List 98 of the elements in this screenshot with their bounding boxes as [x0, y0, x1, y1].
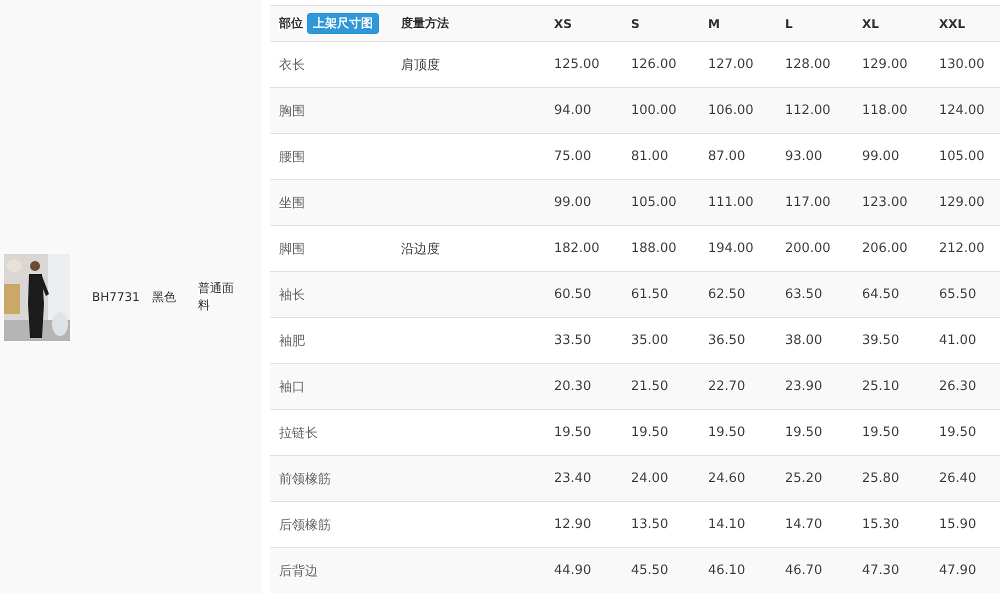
table-cell-text: 36.50 [707, 333, 746, 348]
column-header: 部位 [279, 15, 303, 32]
table-cell-text: 64.50 [861, 287, 900, 302]
table-cell-text: 19.50 [630, 425, 670, 440]
table-cell-text: 47.90 [938, 563, 978, 578]
table-cell-text: 46.70 [784, 563, 824, 578]
table-cell-text: 13.50 [630, 517, 670, 532]
column-header: M [707, 16, 721, 30]
column-header: XXL [938, 16, 966, 30]
table-cell-text: 45.50 [630, 563, 670, 578]
table-cell-text: 63.50 [784, 287, 824, 302]
table-cell-text: 沿边度 [400, 240, 441, 258]
table-cell-text: 123.00 [861, 195, 908, 210]
table-cell-text: 62.50 [707, 287, 746, 302]
table-cell-text: 129.00 [861, 57, 908, 72]
table-cell-text: 200.00 [784, 241, 832, 256]
table-cell-text: 19.50 [938, 425, 978, 440]
table-cell-text: 41.00 [938, 333, 978, 348]
table-cell-text: 38.00 [784, 333, 824, 348]
product-code: BH7731 [92, 290, 141, 304]
table-cell-text: 127.00 [707, 57, 754, 72]
table-cell-text: 袖肥 [279, 332, 305, 350]
table-cell-text: 19.50 [861, 425, 900, 440]
table-cell-text: 39.50 [861, 333, 900, 348]
table-cell-text: 26.30 [938, 379, 978, 394]
table-cell-text: 99.00 [553, 195, 592, 210]
table-cell-text: 35.00 [630, 333, 670, 348]
table-cell-text: 26.40 [938, 471, 978, 486]
table-cell-text: 24.00 [630, 471, 670, 486]
table-cell-text: 19.50 [707, 425, 746, 440]
table-cell-text: 112.00 [784, 103, 832, 118]
table-cell-text: 65.50 [938, 287, 978, 302]
table-cell-text: 99.00 [861, 149, 900, 164]
table-cell-text: 111.00 [707, 195, 754, 210]
table-cell-text: 44.90 [553, 563, 592, 578]
table-cell-text: 93.00 [784, 149, 824, 164]
table-cell-text: 182.00 [553, 241, 600, 256]
table-cell-text: 23.90 [784, 379, 824, 394]
table-cell-text: 75.00 [553, 149, 592, 164]
table-cell-text: 20.30 [553, 379, 592, 394]
table-cell-text: 33.50 [553, 333, 592, 348]
table-cell-text: 87.00 [707, 149, 746, 164]
table-cell-text: 23.40 [553, 471, 592, 486]
table-cell-text: 后背边 [279, 562, 318, 580]
table-cell-text: 125.00 [553, 57, 600, 72]
table-cell-text: 25.20 [784, 471, 824, 486]
table-cell-text: 胸围 [279, 102, 305, 120]
table-cell-text: 81.00 [630, 149, 670, 164]
color-label: 黑色 [152, 288, 177, 306]
table-cell-text: 21.50 [630, 379, 670, 394]
table-cell-text: 117.00 [784, 195, 832, 210]
table-cell-text: 前领橡筋 [279, 470, 331, 488]
table-cell-text: 129.00 [938, 195, 986, 210]
table-cell-text: 14.10 [707, 517, 746, 532]
table-cell-text: 拉链长 [279, 424, 318, 442]
table-cell-text: 206.00 [861, 241, 908, 256]
table-cell-text: 19.50 [553, 425, 592, 440]
table-cell-text: 106.00 [707, 103, 754, 118]
column-header: XL [861, 16, 880, 30]
column-header: XS [553, 16, 573, 30]
table-cell-text: 124.00 [938, 103, 986, 118]
table-cell-text: 坐围 [279, 194, 305, 212]
table-cell-text: 衣长 [279, 56, 305, 74]
table-cell-text: 22.70 [707, 379, 746, 394]
table-cell-text: 24.60 [707, 471, 746, 486]
table-cell-text: 130.00 [938, 57, 986, 72]
table-cell-text: 25.80 [861, 471, 900, 486]
table-cell-text: 194.00 [707, 241, 754, 256]
table-cell-text: 肩顶度 [400, 56, 441, 74]
table-cell-text: 15.30 [861, 517, 900, 532]
table-cell-text: 袖口 [279, 378, 305, 396]
table-cell-text: 128.00 [784, 57, 832, 72]
column-header: L [784, 16, 794, 30]
table-cell-text: 19.50 [784, 425, 824, 440]
table-cell-text: 105.00 [938, 149, 986, 164]
table-cell-text: 腰围 [279, 148, 305, 166]
table-cell-text: 脚围 [279, 240, 305, 258]
table-cell-text: 105.00 [630, 195, 678, 210]
column-header: S [630, 16, 641, 30]
table-cell-text: 46.10 [707, 563, 746, 578]
table-cell-text: 12.90 [553, 517, 592, 532]
table-cell-text: 后领橡筋 [279, 516, 331, 534]
table-cell-text: 47.30 [861, 563, 900, 578]
table-cell-text: 100.00 [630, 103, 678, 118]
table-cell-text: 25.10 [861, 379, 900, 394]
table-cell-text: 袖长 [279, 286, 305, 304]
table-cell-text: 14.70 [784, 517, 824, 532]
column-header: 度量方法 [400, 15, 450, 32]
table-cell-text: 126.00 [630, 57, 678, 72]
fabric-label: 普通面料 [198, 280, 235, 314]
table-cell-text: 15.90 [938, 517, 978, 532]
table-cell-text: 212.00 [938, 241, 986, 256]
table-cell-text: 60.50 [553, 287, 592, 302]
table-cell-text: 94.00 [553, 103, 592, 118]
table-cell-text: 188.00 [630, 241, 678, 256]
table-cell-text: 118.00 [861, 103, 908, 118]
size-chart-button[interactable]: 上架尺寸图 [307, 13, 379, 34]
table-cell-text: 61.50 [630, 287, 670, 302]
